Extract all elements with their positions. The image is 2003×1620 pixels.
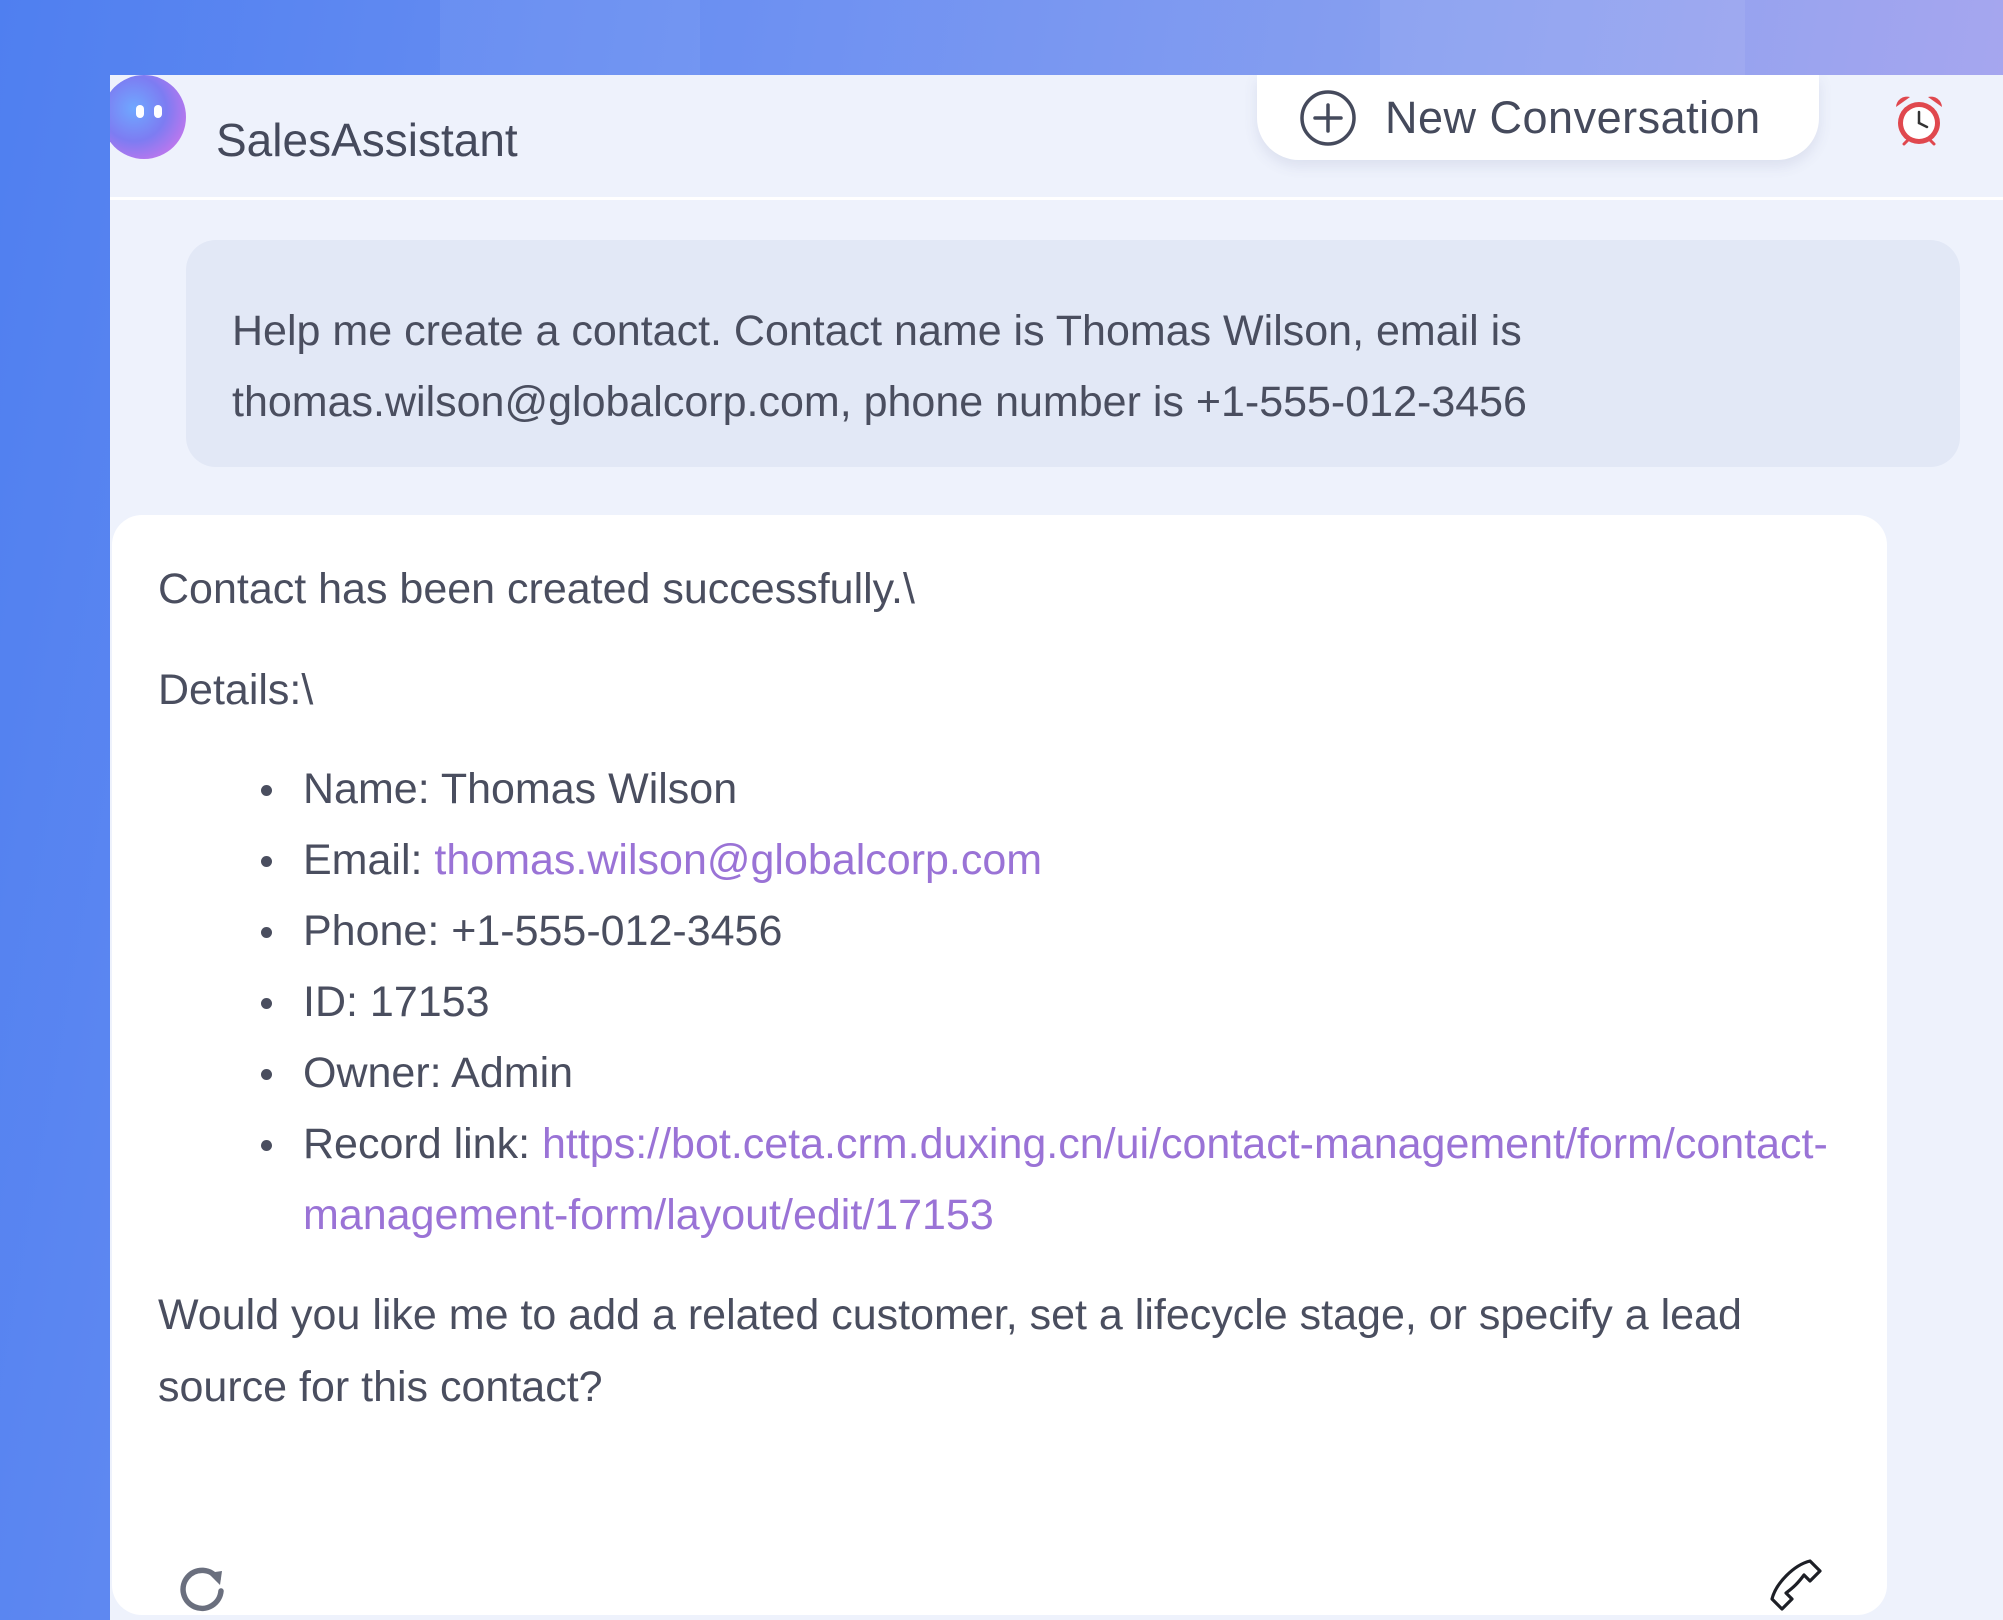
email-link[interactable]: thomas.wilson@globalcorp.com bbox=[434, 836, 1042, 884]
app-title: SalesAssistant bbox=[216, 114, 518, 166]
phone-icon[interactable] bbox=[1766, 1555, 1826, 1615]
assistant-status-line: Contact has been created successfully.\ bbox=[158, 565, 915, 613]
contact-details-list: Name: Thomas Wilson Email: thomas.wilson… bbox=[158, 754, 1841, 1251]
detail-label: Record link: bbox=[303, 1120, 542, 1168]
detail-label: ID: bbox=[303, 978, 370, 1026]
background-band bbox=[440, 0, 700, 75]
detail-label: Owner: bbox=[303, 1049, 452, 1097]
detail-value: Thomas Wilson bbox=[440, 765, 738, 813]
detail-label: Name: bbox=[303, 765, 441, 813]
detail-item-email: Email: thomas.wilson@globalcorp.com bbox=[261, 825, 1841, 896]
detail-item-name: Name: Thomas Wilson bbox=[261, 754, 1841, 825]
background-band bbox=[1380, 0, 1745, 75]
detail-item-record-link: Record link: https://bot.ceta.crm.duxing… bbox=[261, 1109, 1841, 1251]
detail-value: Admin bbox=[451, 1049, 574, 1097]
alarm-clock-icon[interactable] bbox=[1890, 91, 1948, 149]
logo-eye bbox=[136, 105, 144, 118]
chat-window: SalesAssistant New Conversation Help me … bbox=[110, 75, 2003, 1620]
header: SalesAssistant New Conversation bbox=[110, 75, 2003, 200]
detail-value: 17153 bbox=[369, 978, 490, 1026]
user-message-bubble: Help me create a contact. Contact name i… bbox=[186, 240, 1960, 467]
refresh-icon[interactable] bbox=[172, 1557, 232, 1617]
logo-eye bbox=[154, 105, 162, 118]
detail-value: +1-555-012-3456 bbox=[451, 907, 783, 955]
assistant-message-card: Contact has been created successfully.\ … bbox=[112, 515, 1887, 1615]
plus-circle-icon bbox=[1300, 89, 1356, 146]
new-conversation-label: New Conversation bbox=[1385, 91, 1761, 143]
detail-item-phone: Phone: +1-555-012-3456 bbox=[261, 896, 1841, 967]
user-message-text: Help me create a contact. Contact name i… bbox=[232, 307, 1527, 426]
assistant-logo-icon bbox=[110, 75, 186, 159]
detail-label: Phone: bbox=[303, 907, 452, 955]
assistant-followup-question: Would you like me to add a related custo… bbox=[158, 1291, 1742, 1411]
detail-item-id: ID: 17153 bbox=[261, 967, 1841, 1038]
detail-label: Email: bbox=[303, 836, 435, 884]
assistant-details-heading: Details:\ bbox=[158, 666, 314, 714]
detail-item-owner: Owner: Admin bbox=[261, 1038, 1841, 1109]
new-conversation-button[interactable]: New Conversation bbox=[1257, 75, 1819, 160]
